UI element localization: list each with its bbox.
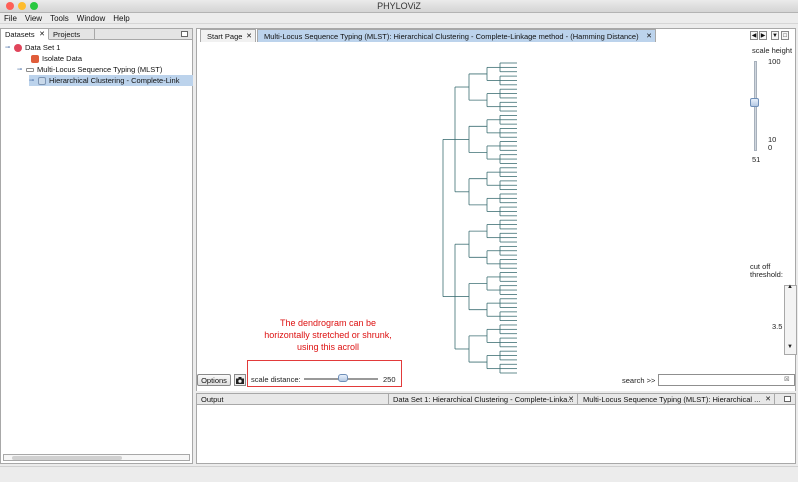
cut-off-threshold-slider[interactable]: ▲ ▼: [784, 284, 797, 355]
maximize-window-icon[interactable]: □: [781, 31, 789, 40]
tab-output-dataset-label: Data Set 1: Hierarchical Clustering - Co…: [393, 395, 574, 404]
slider-knob[interactable]: [338, 374, 348, 382]
tab-output-dataset[interactable]: Data Set 1: Hierarchical Clustering - Co…: [388, 394, 578, 405]
menu-window[interactable]: Window: [77, 13, 105, 23]
tick-label: 0: [768, 143, 773, 152]
scale-distance-value: 250: [383, 375, 396, 384]
tab-dendrogram[interactable]: Multi-Locus Sequence Typing (MLST): Hier…: [257, 29, 656, 42]
tree-item-label: Isolate Data: [42, 54, 83, 63]
isolate-data-icon: [31, 54, 39, 63]
menu-tools[interactable]: Tools: [50, 13, 69, 23]
title-bar: PHYLOViZ: [0, 0, 798, 13]
tree-item-mlst[interactable]: ⊸ Multi-Locus Sequence Typing (MLST): [17, 64, 162, 75]
collapse-toggle-icon[interactable]: ⊸: [29, 78, 35, 84]
tab-datasets[interactable]: Datasets ✕: [1, 29, 49, 40]
tree-item-label: Hierarchical Clustering - Complete-Link: [49, 76, 180, 85]
menu-view[interactable]: View: [25, 13, 42, 23]
clustering-icon: [38, 76, 46, 85]
expand-toggle-icon[interactable]: ⊸: [5, 45, 11, 51]
tab-start-page[interactable]: Start Page ✕: [200, 29, 256, 42]
scroll-tabs-right-icon[interactable]: ▶: [759, 31, 767, 40]
tab-datasets-label: Datasets: [5, 30, 35, 39]
close-icon[interactable]: ✕: [765, 394, 771, 405]
tree-item-label: Multi-Locus Sequence Typing (MLST): [37, 65, 163, 74]
tab-output-mlst-label: Multi-Locus Sequence Typing (MLST): Hier…: [583, 395, 761, 404]
tab-start-page-label: Start Page: [207, 32, 243, 41]
tab-projects[interactable]: Projects: [49, 29, 95, 40]
tick-label: 100: [768, 57, 781, 66]
menu-help[interactable]: Help: [113, 13, 129, 23]
scale-distance-slider[interactable]: [304, 374, 380, 384]
tree-item-isolate-data[interactable]: Isolate Data: [31, 53, 82, 64]
minimize-panel-icon[interactable]: [784, 396, 791, 402]
search-label: search >>: [622, 376, 656, 385]
output-panel: Output Data Set 1: Hierarchical Clusteri…: [196, 393, 796, 464]
tab-list-dropdown-icon[interactable]: ▼: [771, 31, 779, 40]
minimize-panel-icon[interactable]: [181, 31, 188, 37]
camera-icon-glyph: [236, 376, 244, 384]
output-label: Output: [201, 395, 224, 404]
output-tab-strip: Output Data Set 1: Hierarchical Clusteri…: [197, 394, 795, 405]
camera-icon[interactable]: [234, 374, 246, 386]
cut-off-value: 3.5: [772, 322, 783, 331]
close-icon[interactable]: ✕: [246, 30, 252, 43]
scrollbar-thumb[interactable]: [12, 456, 122, 460]
window-title: PHYLOViZ: [377, 1, 421, 11]
down-arrow-icon[interactable]: ▼: [787, 344, 793, 350]
tab-output-mlst[interactable]: Multi-Locus Sequence Typing (MLST): Hier…: [579, 394, 775, 405]
status-bar: [0, 466, 798, 482]
close-icon[interactable]: ✕: [568, 394, 574, 405]
menu-file[interactable]: File: [4, 13, 17, 23]
search-input[interactable]: [658, 374, 795, 386]
tab-dendrogram-label: Multi-Locus Sequence Typing (MLST): Hier…: [264, 32, 639, 41]
tree-item-data-set[interactable]: ⊸ Data Set 1: [5, 42, 60, 53]
up-arrow-icon[interactable]: ▲: [787, 284, 793, 290]
annotation-note: The dendrogram can be horizontally stret…: [264, 318, 392, 352]
close-icon[interactable]: ✕: [39, 29, 45, 40]
scale-height-value: 51: [752, 155, 761, 164]
mlst-icon: [26, 67, 34, 72]
tab-projects-label: Projects: [53, 30, 81, 39]
horizontal-scrollbar[interactable]: [3, 454, 190, 461]
scale-height-slider-thumb[interactable]: [750, 98, 759, 107]
scroll-tabs-left-icon[interactable]: ◀: [750, 31, 758, 40]
threshold-label: threshold:: [750, 270, 783, 279]
scale-height-label: scale height: [752, 46, 793, 55]
expand-toggle-icon[interactable]: ⊸: [17, 67, 23, 73]
close-icon[interactable]: ✕: [646, 30, 652, 43]
tree-item-label: Data Set 1: [25, 43, 61, 52]
menu-bar: File View Tools Window Help: [0, 13, 798, 24]
left-tab-strip: Datasets ✕ Projects: [1, 29, 192, 40]
dataset-icon: [14, 43, 22, 52]
scale-distance-label: scale distance:: [251, 375, 301, 384]
datasets-panel: Datasets ✕ Projects ⊸ Data Set 1 Isolate…: [0, 28, 193, 464]
tree-item-hierarchical-clustering[interactable]: ⊸ Hierarchical Clustering - Complete-Lin…: [29, 75, 193, 86]
options-button[interactable]: Options: [197, 374, 231, 386]
clear-search-icon[interactable]: ⊠: [784, 375, 790, 383]
